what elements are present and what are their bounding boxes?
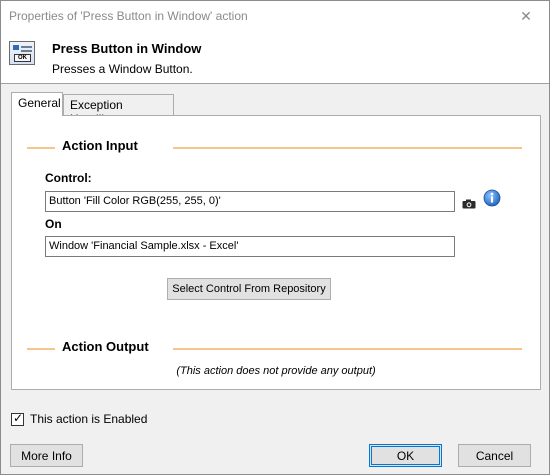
close-button[interactable]: ✕	[503, 1, 549, 32]
properties-dialog: Properties of 'Press Button in Window' a…	[0, 0, 550, 475]
action-output-heading: Action Output	[62, 339, 149, 354]
tab-general[interactable]: General	[11, 92, 63, 116]
title-bar: Properties of 'Press Button in Window' a…	[1, 1, 549, 32]
no-output-note: (This action does not provide any output…	[176, 365, 376, 377]
tab-general-label: General	[18, 96, 61, 110]
enabled-checkbox-row[interactable]: ✓ This action is Enabled	[11, 410, 148, 426]
info-icon[interactable]	[483, 189, 501, 207]
press-button-action-icon: OK	[9, 41, 35, 65]
control-field[interactable]: Button 'Fill Color RGB(255, 255, 0)'	[45, 191, 455, 212]
section-divider	[173, 348, 522, 350]
action-title: Press Button in Window	[52, 41, 202, 56]
icon-ok-text: OK	[14, 54, 31, 62]
control-label: Control:	[45, 171, 92, 185]
on-window-field[interactable]: Window 'Financial Sample.xlsx - Excel'	[45, 236, 455, 257]
select-control-from-repository-button[interactable]: Select Control From Repository	[167, 278, 331, 300]
action-description: Presses a Window Button.	[52, 62, 193, 76]
action-input-section-header: Action Input	[27, 138, 522, 156]
camera-icon[interactable]	[462, 199, 476, 209]
checkmark-icon: ✓	[13, 410, 24, 425]
action-output-section-header: Action Output	[27, 339, 522, 357]
tab-strip: General Exception Handling	[11, 92, 541, 126]
cancel-button[interactable]: Cancel	[458, 444, 531, 467]
on-label: On	[45, 217, 62, 231]
window-title: Properties of 'Press Button in Window' a…	[9, 9, 248, 23]
ok-button[interactable]: OK	[369, 444, 442, 467]
enabled-checkbox[interactable]: ✓	[11, 410, 24, 426]
section-divider	[27, 147, 55, 149]
section-divider	[173, 147, 522, 149]
enabled-label: This action is Enabled	[30, 412, 148, 426]
general-tab-panel: Action Input Control: Button 'Fill Color…	[11, 115, 541, 390]
close-icon: ✕	[520, 8, 532, 24]
section-divider	[27, 348, 55, 350]
action-header: OK Press Button in Window Presses a Wind…	[1, 32, 549, 84]
tab-exception-handling[interactable]: Exception Handling	[63, 94, 174, 126]
action-input-heading: Action Input	[62, 138, 138, 153]
more-info-button[interactable]: More Info	[10, 444, 83, 467]
